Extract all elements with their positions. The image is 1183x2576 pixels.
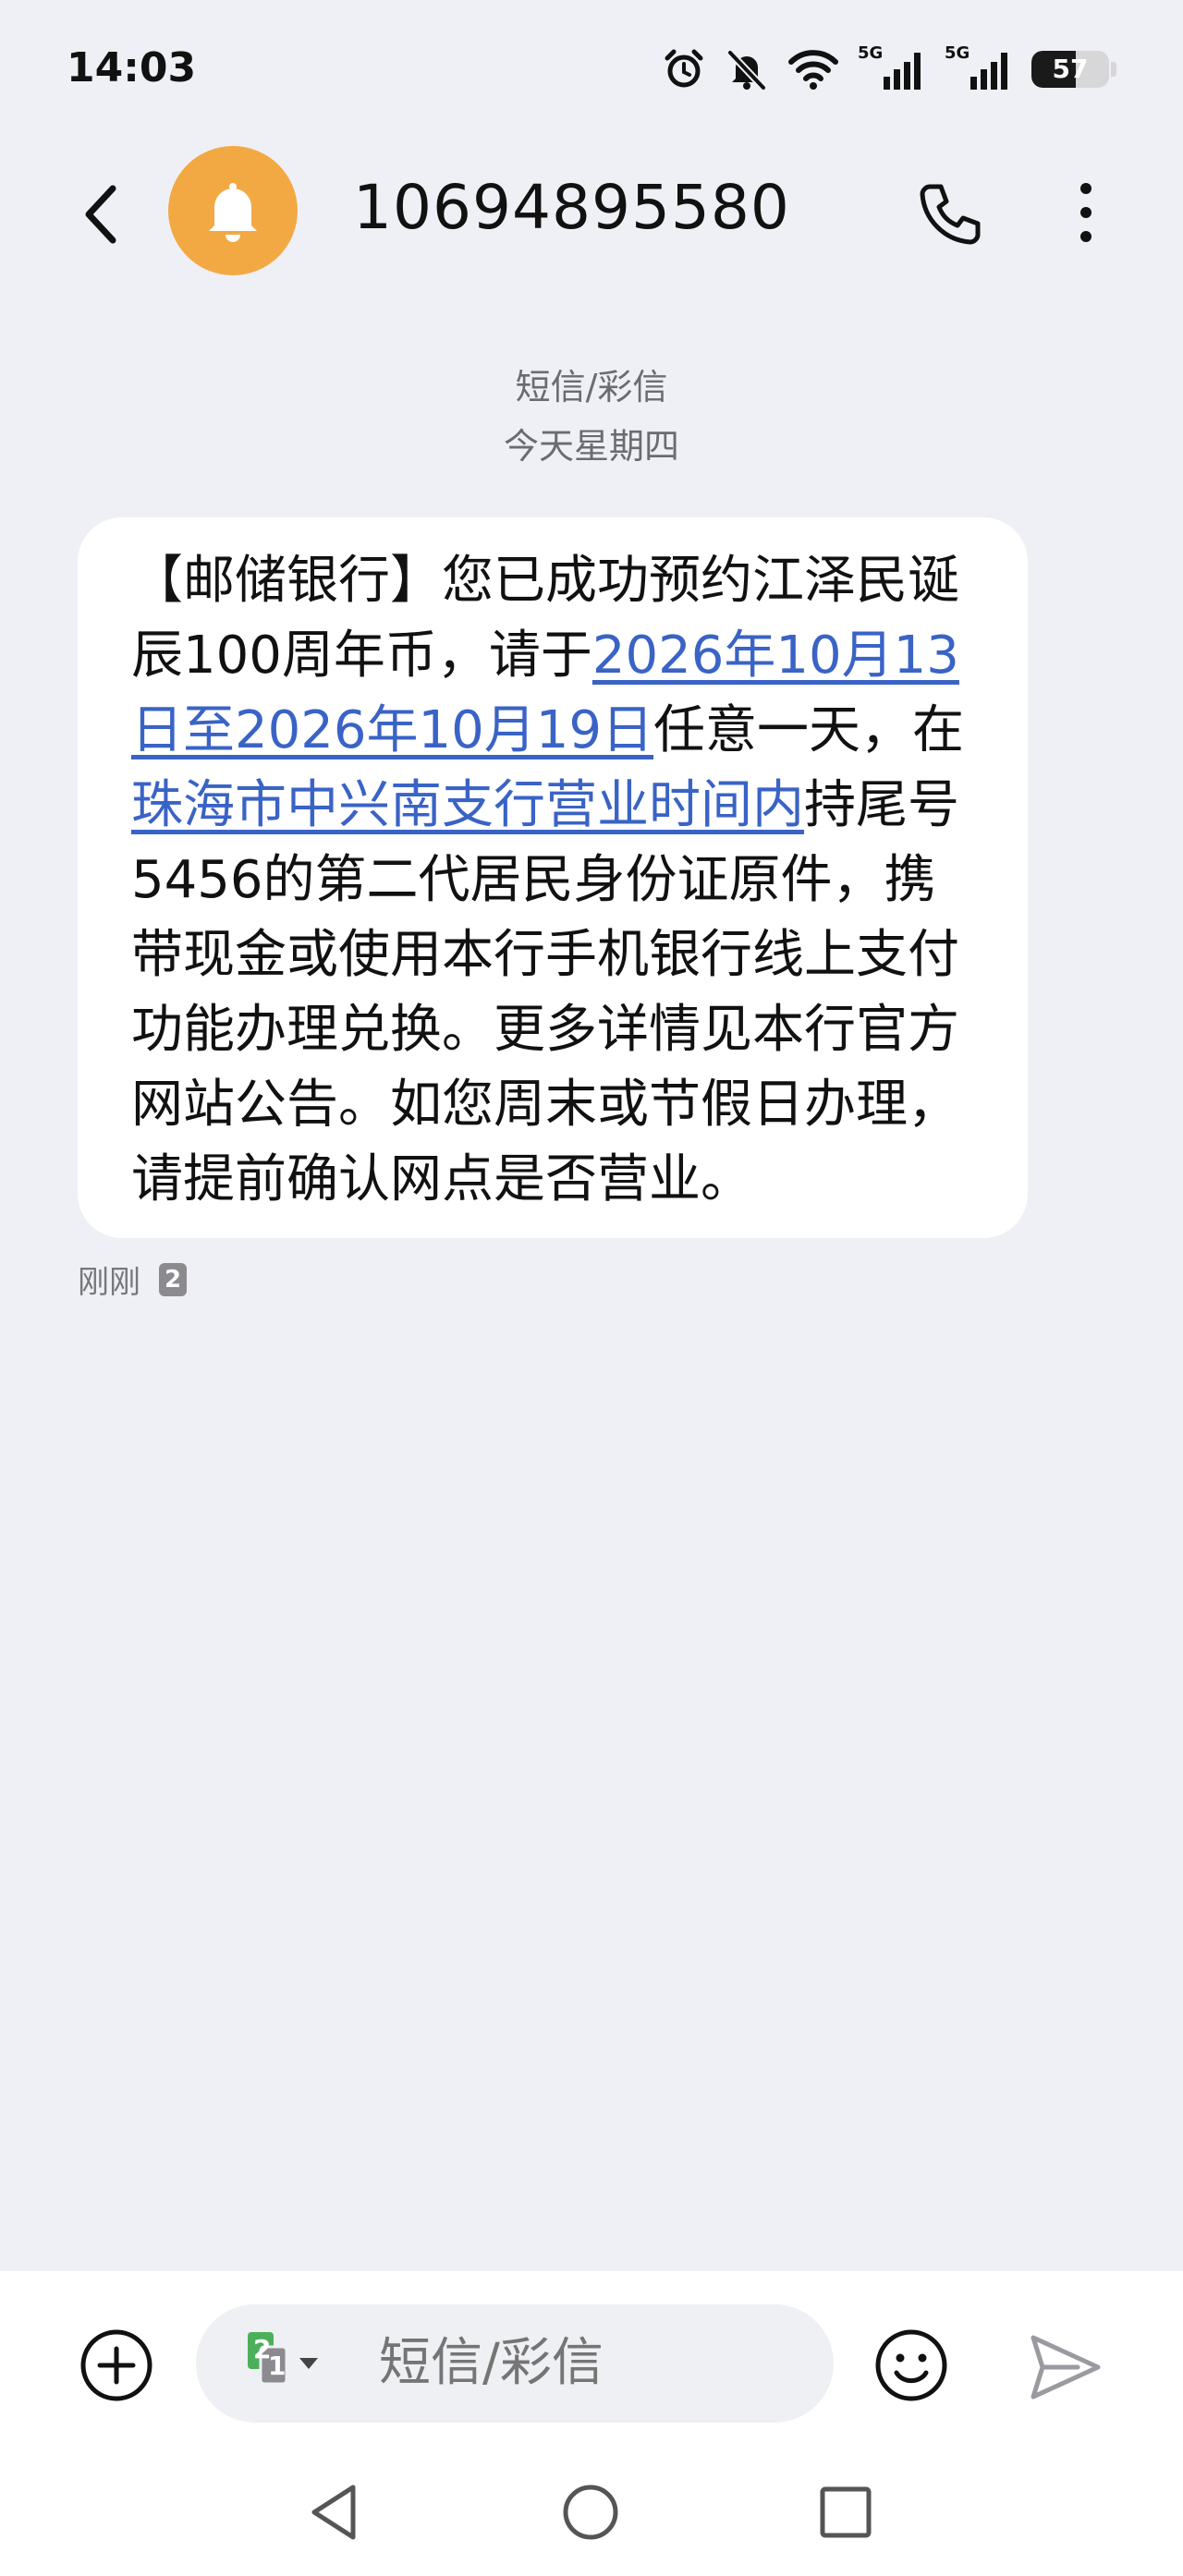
conversation-header: 10694895580 [0,139,1183,286]
smiley-icon [875,2329,947,2401]
back-button[interactable] [76,177,131,251]
status-icons: 5G 5G 57 [662,43,1116,92]
message-input-container[interactable]: 2 1 [196,2304,834,2423]
nav-back-button[interactable] [305,2480,364,2548]
contact-number: 10694895580 [353,172,790,243]
chevron-left-icon [85,185,116,244]
message-type-label: 短信/彩信 [515,367,668,407]
date-label: 今天星期四 [503,426,679,467]
message-input[interactable] [379,2328,804,2399]
send-icon [1031,2335,1101,2400]
message-text: 持尾号5456的第二代居民身份证原件，携带现金或使用本行手机银行线上支付功能办理… [131,775,959,1209]
send-button[interactable] [1026,2328,1104,2406]
more-options-button[interactable] [1063,176,1109,249]
nav-home-button[interactable] [560,2482,621,2546]
battery-percent: 57 [1052,54,1089,84]
sim-secondary-number: 1 [268,2351,287,2381]
status-bar: 14:03 5G 5G 57 [0,0,1183,139]
alarm-icon [662,47,706,91]
mute-icon [725,47,769,91]
signal-icon: 5G [858,43,926,91]
battery-icon: 57 [1031,51,1109,88]
message-footer: 刚刚 2 [78,1257,187,1302]
sim-slot-badge: 2 [159,1262,187,1296]
avatar[interactable] [168,146,298,275]
message-bubble[interactable]: 【邮储银行】您已成功预约江泽民诞辰100周年币，请于2026年10月13日至20… [78,517,1028,1238]
bell-icon [209,183,257,242]
wifi-icon [787,47,839,91]
branch-link[interactable]: 珠海市中兴南支行营业时间内 [131,775,804,835]
signal-icon: 5G [945,43,1013,91]
call-button[interactable] [913,177,987,251]
plus-circle-icon [80,2329,152,2401]
message-text: 任意一天，在 [653,700,965,760]
system-nav-bar [0,2456,1183,2576]
nav-recent-icon [820,2486,872,2538]
message-time: 刚刚 [78,1264,140,1301]
add-attachment-button[interactable] [78,2327,155,2404]
sim-selector[interactable]: 2 1 [248,2332,322,2397]
nav-home-icon [563,2485,618,2540]
nav-recent-button[interactable] [815,2482,876,2546]
nav-back-icon [311,2485,356,2540]
emoji-button[interactable] [872,2327,950,2404]
status-time: 14:03 [67,44,197,91]
phone-icon [920,184,981,245]
more-vertical-icon [1080,183,1092,242]
battery-nub [1111,62,1116,77]
